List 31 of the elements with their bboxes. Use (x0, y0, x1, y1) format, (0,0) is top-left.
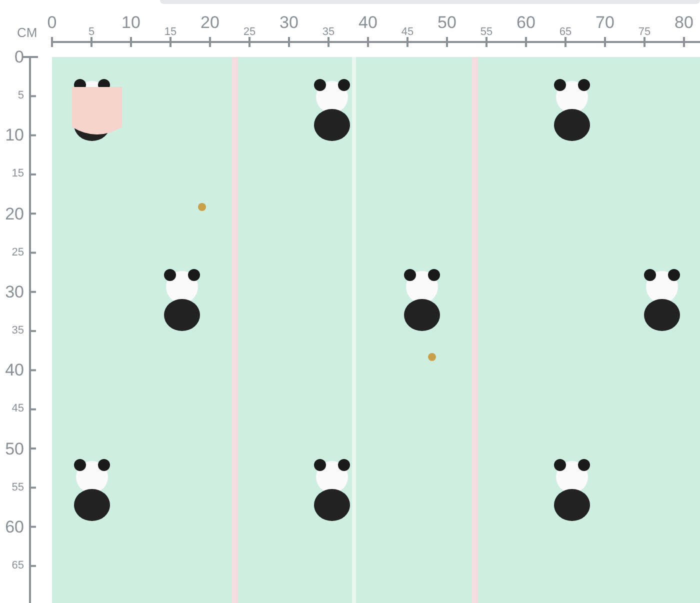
ruler-label: 10 (4, 126, 24, 144)
ruler-label: 30 (4, 283, 24, 300)
ruler-label: 70 (596, 14, 614, 31)
ruler-label: 35 (10, 326, 24, 337)
ruler-label: 40 (4, 362, 24, 379)
ruler-label: 50 (438, 14, 456, 31)
ruler-label: 55 (10, 482, 24, 494)
ruler-label: 30 (280, 14, 298, 31)
ruler-label: 55 (480, 27, 493, 38)
ruler-label: 15 (164, 27, 177, 38)
ruler-label: 20 (4, 205, 24, 222)
ruler-label: 10 (122, 14, 140, 31)
ruler-label: 75 (638, 27, 651, 38)
ruler-label: 20 (200, 14, 220, 31)
ruler-label: 15 (10, 168, 24, 180)
ruler-label: 65 (559, 27, 572, 38)
ruler-label: 45 (10, 404, 24, 415)
ruler-label: 45 (401, 27, 414, 38)
ruler-label: 60 (4, 518, 24, 536)
ruler-label: 5 (88, 27, 95, 38)
ruler-label: 0 (47, 14, 57, 31)
ruler-label: 35 (322, 27, 335, 38)
ruler-label: 65 (10, 560, 24, 572)
ruler-label: 25 (10, 247, 24, 258)
ruler-label: 80 (674, 14, 694, 31)
ruler-label: 5 (16, 90, 24, 102)
ruler-label: 25 (243, 27, 256, 38)
ruler-label: 50 (4, 440, 24, 457)
ruler-label: 40 (358, 14, 378, 31)
ruler-label: 60 (516, 14, 536, 31)
unit-label: CM (17, 26, 38, 39)
